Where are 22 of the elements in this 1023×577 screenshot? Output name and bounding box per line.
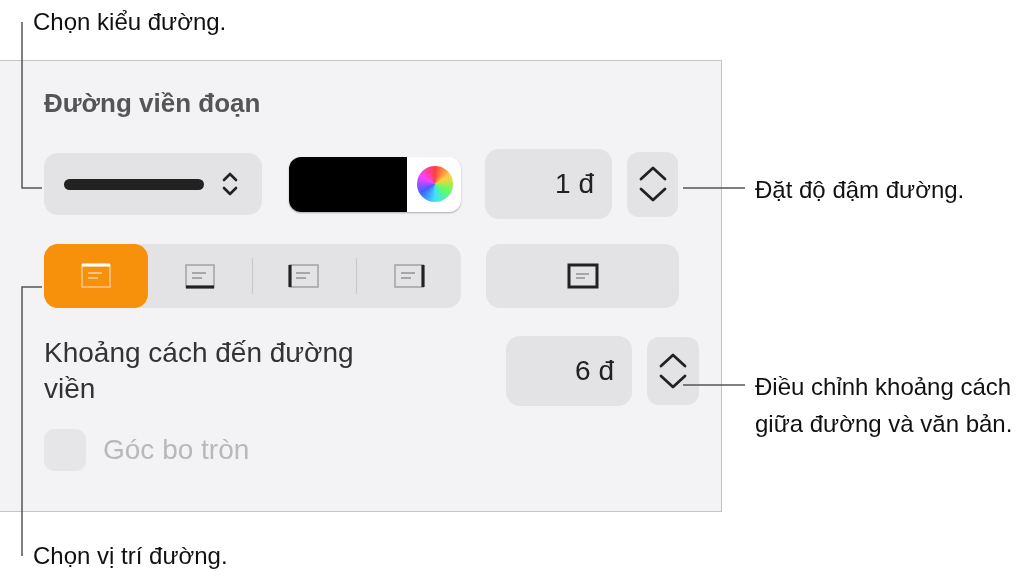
section-title: Đường viền đoạn: [44, 87, 262, 119]
chevron-updown-icon: [222, 171, 238, 197]
line-style-icon: [64, 178, 204, 190]
weight-field[interactable]: 1 đ: [485, 149, 612, 219]
stepper-up-icon[interactable]: [637, 165, 668, 181]
callout-text: Chọn kiểu đường.: [33, 7, 227, 37]
color-well[interactable]: [289, 156, 461, 212]
callout-text: Chọn vị trí đường.: [33, 541, 228, 571]
checkbox-label: Góc bo tròn: [103, 433, 250, 467]
border-side-icon: [391, 262, 428, 290]
callout-text: Đặt độ đậm đường.: [755, 175, 965, 205]
all-sides-button[interactable]: [486, 244, 679, 308]
stepper-down-icon[interactable]: [637, 187, 668, 203]
stepper-down-icon[interactable]: [658, 374, 688, 390]
leader-line: [682, 187, 746, 189]
line-style-popup[interactable]: [44, 153, 262, 215]
color-wheel-icon: [417, 166, 453, 202]
callout-text: Điều chỉnh khoảng cách giữa đường và văn bản.: [755, 372, 1014, 439]
leader-line: [682, 384, 746, 386]
spacing-label: Khoảng cách đến đường viền: [44, 336, 354, 406]
stepper-up-icon[interactable]: [658, 352, 688, 368]
spacing-field[interactable]: 6 đ: [506, 336, 632, 406]
